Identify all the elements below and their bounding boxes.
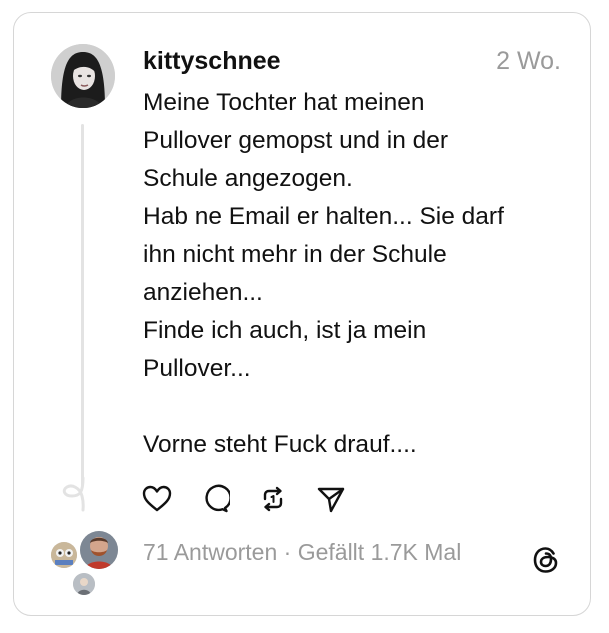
thread-loop-icon — [62, 476, 85, 512]
post-stats[interactable]: 71 Antworten · Gefällt 1.7K Mal — [143, 539, 461, 566]
reply-button[interactable] — [198, 482, 232, 516]
share-button[interactable] — [314, 482, 348, 516]
threads-logo[interactable] — [530, 544, 562, 576]
repost-icon — [263, 486, 283, 512]
replier-avatar[interactable] — [73, 573, 95, 595]
post-text: Meine Tochter hat meinen Pullover gemops… — [143, 89, 504, 458]
send-icon — [317, 487, 345, 513]
thread-line — [81, 124, 84, 486]
post-time: 2 Wo. — [496, 47, 561, 75]
replier-avatar[interactable] — [51, 542, 77, 568]
heart-icon — [142, 485, 172, 512]
username[interactable]: kittyschnee — [143, 47, 281, 76]
like-button[interactable] — [140, 482, 174, 516]
replier-avatar[interactable] — [80, 531, 118, 569]
comment-icon — [205, 484, 230, 513]
author-avatar[interactable] — [51, 44, 115, 108]
repost-button[interactable] — [256, 482, 290, 516]
